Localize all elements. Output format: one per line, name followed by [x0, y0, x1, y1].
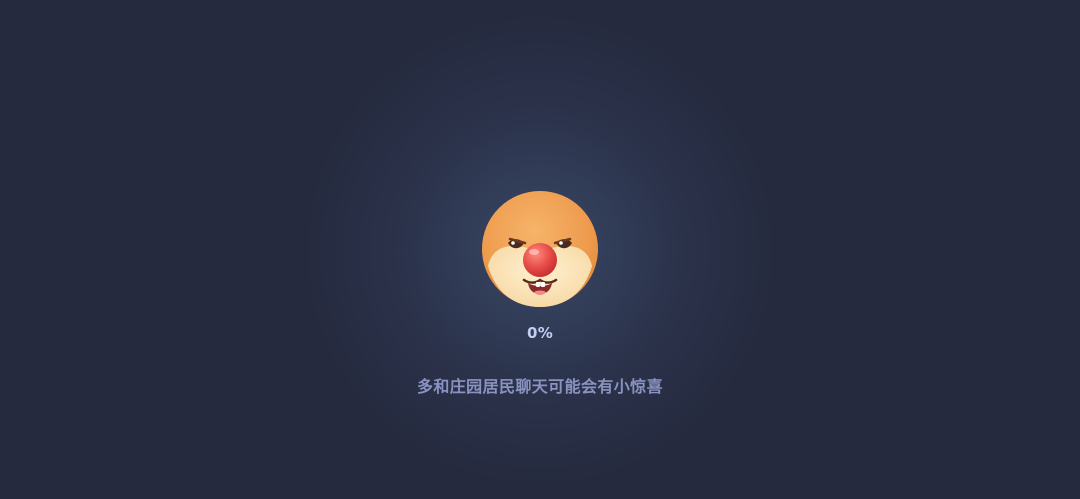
loading-screen: 0% 多和庄园居民聊天可能会有小惊喜 [0, 0, 1080, 499]
hamster-face-icon [480, 188, 600, 310]
loading-progress-percent: 0% [526, 324, 554, 342]
loading-tip-text: 多和庄园居民聊天可能会有小惊喜 [416, 377, 663, 396]
